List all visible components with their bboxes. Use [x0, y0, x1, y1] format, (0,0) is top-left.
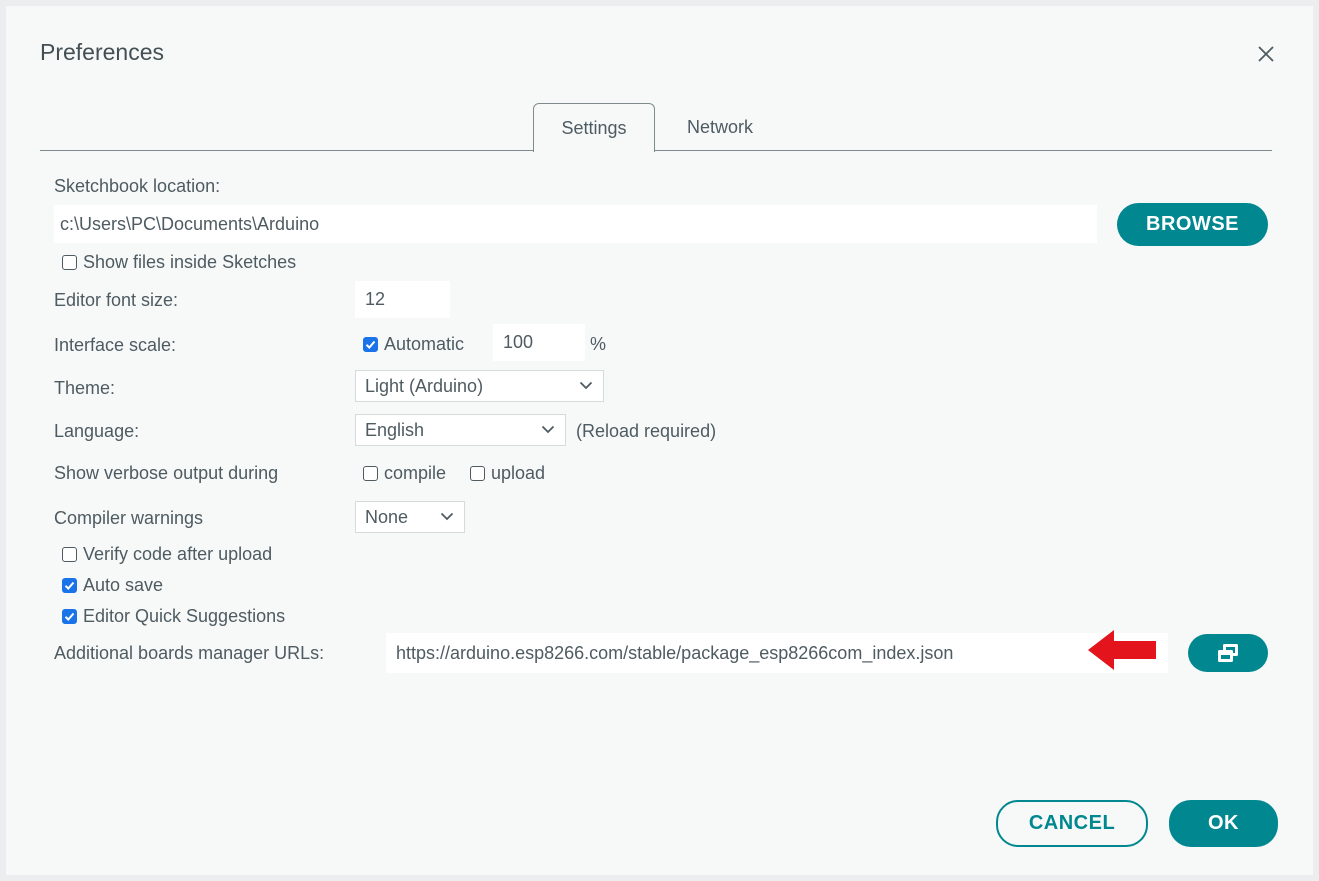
boards-urls-input[interactable]: https://arduino.esp8266.com/stable/packa…: [386, 633, 1168, 673]
scale-automatic-label: Automatic: [384, 334, 465, 354]
verbose-upload-label: upload: [491, 463, 546, 483]
show-files-checkbox[interactable]: [62, 255, 77, 270]
verbose-label: Show verbose output during: [54, 463, 279, 483]
open-urls-editor-button[interactable]: [1188, 634, 1268, 672]
close-icon[interactable]: [1252, 40, 1280, 68]
verbose-upload-checkbox[interactable]: [470, 466, 485, 481]
language-value: English: [365, 419, 425, 440]
show-files-label: Show files inside Sketches: [83, 252, 297, 272]
scale-automatic-checkbox[interactable]: [363, 337, 378, 352]
chevron-down-icon: [440, 512, 454, 521]
tab-bar-divider: [40, 150, 1272, 151]
theme-select[interactable]: Light (Arduino): [355, 370, 604, 402]
verify-checkbox[interactable]: [62, 547, 77, 562]
quick-suggestions-checkbox[interactable]: [62, 609, 77, 624]
tab-network[interactable]: Network: [662, 103, 778, 151]
dialog-title: Preferences: [40, 39, 165, 65]
verify-label: Verify code after upload: [83, 544, 273, 564]
font-size-label: Editor font size:: [54, 290, 179, 310]
tab-settings[interactable]: Settings: [533, 103, 655, 152]
show-files-option: Show files inside Sketches: [62, 252, 296, 273]
theme-label: Theme:: [54, 378, 116, 398]
autosave-label: Auto save: [83, 575, 164, 595]
autosave-checkbox[interactable]: [62, 578, 77, 593]
ok-button[interactable]: OK: [1169, 800, 1278, 847]
verbose-compile-checkbox[interactable]: [363, 466, 378, 481]
verify-option: Verify code after upload: [62, 544, 272, 565]
language-select[interactable]: English: [355, 414, 566, 446]
chevron-down-icon: [541, 425, 555, 434]
cancel-button[interactable]: CANCEL: [996, 800, 1148, 847]
quick-suggestions-label: Editor Quick Suggestions: [83, 606, 286, 626]
sketchbook-path-input[interactable]: c:\Users\PC\Documents\Arduino: [54, 205, 1097, 243]
scale-value-input[interactable]: 100: [493, 324, 585, 361]
font-size-input[interactable]: 12: [355, 281, 450, 318]
scale-label: Interface scale:: [54, 335, 177, 355]
scale-automatic-option: Automatic: [363, 334, 464, 355]
verbose-upload-option: upload: [470, 463, 545, 484]
verbose-compile-label: compile: [384, 463, 447, 483]
autosave-option: Auto save: [62, 575, 163, 596]
chevron-down-icon: [579, 381, 593, 390]
language-note: (Reload required): [576, 421, 717, 441]
warnings-select[interactable]: None: [355, 501, 465, 533]
theme-value: Light (Arduino): [365, 375, 484, 396]
verbose-compile-option: compile: [363, 463, 446, 484]
red-arrow-icon: [1088, 630, 1156, 670]
warnings-value: None: [365, 506, 409, 527]
warnings-label: Compiler warnings: [54, 508, 204, 528]
boards-urls-label: Additional boards manager URLs:: [54, 643, 325, 663]
language-label: Language:: [54, 421, 140, 441]
quick-suggestions-option: Editor Quick Suggestions: [62, 606, 285, 627]
open-window-icon: [1218, 644, 1238, 662]
sketchbook-label: Sketchbook location:: [54, 176, 221, 196]
browse-button[interactable]: BROWSE: [1117, 203, 1268, 246]
scale-unit: %: [590, 334, 607, 354]
